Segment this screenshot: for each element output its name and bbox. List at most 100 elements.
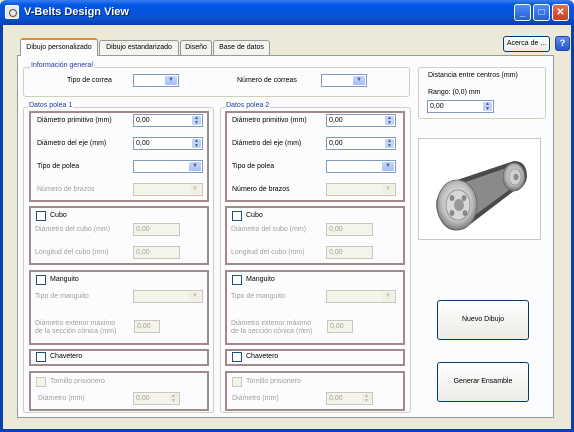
polea2-chavetero-label: Chavetero: [246, 353, 279, 360]
polea2-num-brazos-label: Número de brazos: [232, 186, 290, 193]
polea2-diam-primitivo-label: Diámetro primitivo (mm): [232, 117, 307, 124]
polea2-diam-tornillo-label: Diámetro (mm): [232, 395, 279, 402]
help-icon: ?: [559, 38, 566, 48]
chevron-down-icon[interactable]: ▼: [382, 292, 394, 301]
polea1-diam-eje-label: Diámetro del eje (mm): [37, 140, 107, 147]
polea1-diam-cubo-input[interactable]: 0,00: [133, 223, 180, 236]
tipo-correa-label: Tipo de correa: [67, 77, 112, 84]
polea2-diam-primitivo-input[interactable]: 0,00 ▲ ▼: [326, 114, 396, 127]
polea1-diam-ext-value: 0,00: [137, 323, 151, 330]
polea2-diam-ext-input[interactable]: 0,00: [327, 320, 353, 333]
tipo-correa-combo[interactable]: ▼: [133, 74, 179, 87]
polea1-diam-tornillo-input[interactable]: 0,00 ▲ ▼: [133, 392, 180, 405]
polea2-diam-tornillo-input[interactable]: 0,00 ▲ ▼: [326, 392, 373, 405]
polea2-manguito-checkbox[interactable]: [232, 275, 242, 285]
chevron-down-icon[interactable]: ▼: [353, 76, 365, 85]
polea1-long-cubo-label: Longitud del cubo (mm): [35, 249, 109, 256]
polea1-diam-ext-label-1: Diámetro exterior máximo: [35, 320, 116, 327]
chevron-down-icon[interactable]: ▼: [189, 185, 201, 194]
polea2-diam-cubo-value: 0,00: [329, 226, 343, 233]
polea1-diam-primitivo-input[interactable]: 0,00 ▲ ▼: [133, 114, 203, 127]
chevron-down-icon[interactable]: ▼: [165, 76, 177, 85]
polea1-cubo-checkbox[interactable]: [36, 211, 46, 221]
polea1-tornillo-label: Tornillo prisionero: [50, 378, 105, 385]
polea1-legend: Datos polea 1: [28, 102, 74, 109]
polea1-diam-cubo-label: Diámetro del cubo (mm): [35, 226, 111, 233]
polea1-diam-primitivo-label: Diámetro primitivo (mm): [37, 117, 112, 124]
help-button[interactable]: ?: [555, 36, 570, 51]
polea2-diam-eje-value: 0,00: [329, 140, 343, 147]
polea2-tornillo-label: Tornillo prisionero: [246, 378, 301, 385]
nuevo-dibujo-button[interactable]: Nuevo Dibujo: [437, 300, 529, 340]
polea1-tornillo-box: [29, 371, 209, 411]
polea2-diam-eje-input[interactable]: 0,00 ▲ ▼: [326, 137, 396, 150]
polea2-long-cubo-label: Longitud del cubo (mm): [231, 249, 305, 256]
tab-dibujo-estandarizado[interactable]: Dibujo estandarizado: [99, 40, 179, 55]
polea2-diam-primitivo-value: 0,00: [329, 117, 343, 124]
polea1-diam-ext-label-2: de la sección cónica (mm): [35, 328, 117, 335]
polea1-long-cubo-value: 0,00: [136, 249, 150, 256]
close-icon: ✕: [556, 7, 565, 18]
polea2-diam-cubo-label: Diámetro del cubo (mm): [231, 226, 307, 233]
polea1-manguito-checkbox[interactable]: [36, 275, 46, 285]
numero-correas-label: Número de correas: [237, 77, 297, 84]
polea1-diam-cubo-value: 0,00: [136, 226, 150, 233]
maximize-button[interactable]: □: [533, 4, 550, 21]
close-button[interactable]: ✕: [552, 4, 569, 21]
spinner-icon[interactable]: ▲ ▼: [169, 394, 178, 403]
polea2-tipo-manguito-combo[interactable]: ▼: [326, 290, 396, 303]
polea2-tipo-polea-label: Tipo de polea: [232, 163, 275, 170]
pulley-assembly-image: [418, 138, 541, 240]
spinner-icon[interactable]: ▲ ▼: [483, 102, 492, 111]
spinner-icon[interactable]: ▲ ▼: [385, 116, 394, 125]
polea1-manguito-label: Manguito: [50, 276, 79, 283]
generar-ensamble-button[interactable]: Generar Ensamble: [437, 362, 529, 402]
maximize-icon: □: [538, 7, 545, 18]
polea2-tipo-polea-combo[interactable]: ▼: [326, 160, 396, 173]
polea1-chavetero-checkbox[interactable]: [36, 352, 46, 362]
tab-base-de-datos[interactable]: Base de datos: [213, 40, 270, 55]
window-title: V-Belts Design View: [24, 6, 129, 18]
spinner-icon[interactable]: ▲ ▼: [362, 394, 371, 403]
tab-diseno[interactable]: Diseño: [180, 40, 212, 55]
polea1-num-brazos-label: Número de brazos: [37, 186, 95, 193]
polea2-tornillo-box: [225, 371, 405, 411]
polea1-tornillo-checkbox[interactable]: [36, 377, 46, 387]
polea1-diam-ext-input[interactable]: 0,00: [134, 320, 160, 333]
distancia-input[interactable]: 0,00 ▲ ▼: [427, 100, 494, 113]
app-icon: [5, 5, 19, 19]
polea2-diam-ext-value: 0,00: [330, 323, 344, 330]
tab-dibujo-personalizado[interactable]: Dibujo personalizado: [20, 38, 98, 56]
polea2-chavetero-checkbox[interactable]: [232, 352, 242, 362]
polea2-tornillo-checkbox[interactable]: [232, 377, 242, 387]
spinner-icon[interactable]: ▲ ▼: [385, 139, 394, 148]
polea2-legend: Datos polea 2: [225, 102, 271, 109]
distancia-value: 0,00: [430, 103, 444, 110]
polea2-diam-ext-label-2: de la sección cónica (mm): [231, 328, 313, 335]
polea1-diam-tornillo-value: 0,00: [136, 395, 150, 402]
chevron-down-icon[interactable]: ▼: [189, 292, 201, 301]
numero-correas-combo[interactable]: ▼: [321, 74, 367, 87]
minimize-button[interactable]: _: [514, 4, 531, 21]
info-general-legend: Información general: [30, 62, 94, 69]
chevron-down-icon[interactable]: ▼: [382, 185, 394, 194]
polea2-long-cubo-input[interactable]: 0,00: [326, 246, 373, 259]
spinner-icon[interactable]: ▲ ▼: [192, 139, 201, 148]
polea1-diam-tornillo-label: Diámetro (mm): [38, 395, 85, 402]
polea1-diam-eje-input[interactable]: 0,00 ▲ ▼: [133, 137, 203, 150]
polea1-num-brazos-combo[interactable]: ▼: [133, 183, 203, 196]
distancia-label: Distancia entre centros (mm): [428, 72, 518, 79]
polea2-cubo-checkbox[interactable]: [232, 211, 242, 221]
chevron-down-icon[interactable]: ▼: [189, 162, 201, 171]
polea1-long-cubo-input[interactable]: 0,00: [133, 246, 180, 259]
polea1-tipo-manguito-combo[interactable]: ▼: [133, 290, 203, 303]
acerca-button[interactable]: Acerca de ...: [503, 36, 550, 52]
polea2-diam-cubo-input[interactable]: 0,00: [326, 223, 373, 236]
spinner-icon[interactable]: ▲ ▼: [192, 116, 201, 125]
minimize-icon: _: [519, 7, 526, 18]
polea2-diam-eje-label: Diámetro del eje (mm): [232, 140, 302, 147]
polea1-tipo-polea-combo[interactable]: ▼: [133, 160, 203, 173]
polea2-num-brazos-combo[interactable]: ▼: [326, 183, 396, 196]
polea1-diam-eje-value: 0,00: [136, 140, 150, 147]
chevron-down-icon[interactable]: ▼: [382, 162, 394, 171]
